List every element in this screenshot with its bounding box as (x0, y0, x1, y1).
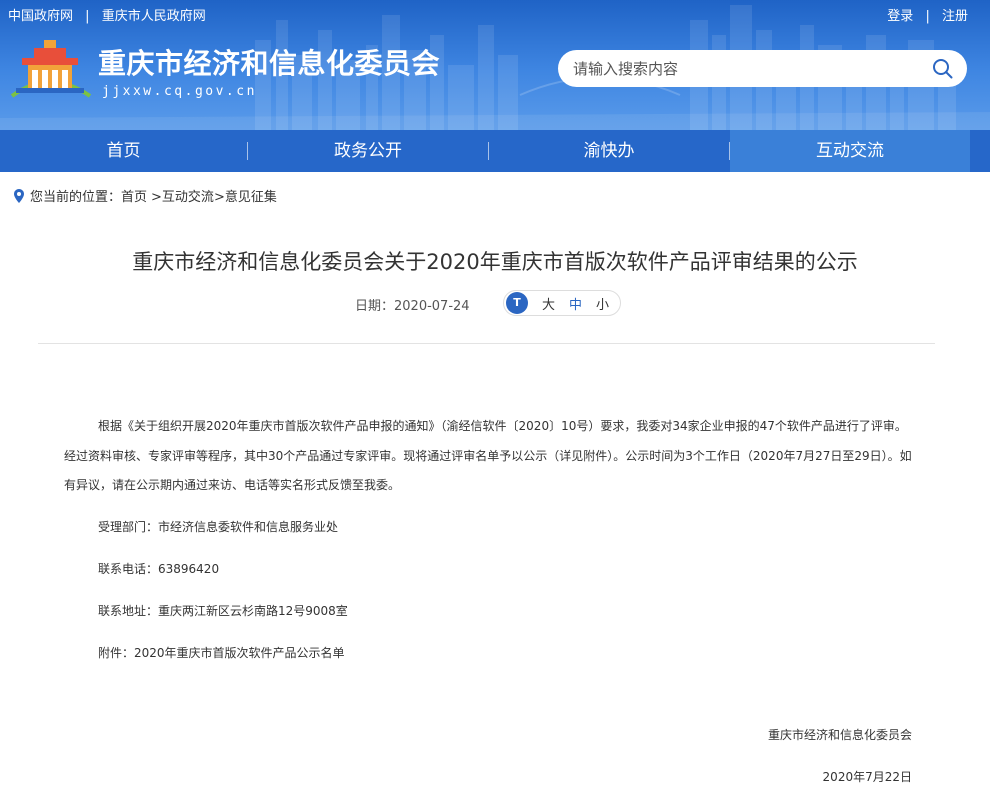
font-size-icon: T (506, 292, 528, 314)
article-paragraph: 根据《关于组织开展2020年重庆市首版次软件产品申报的通知》（渝经信软件〔202… (64, 419, 912, 492)
search-input[interactable] (573, 50, 913, 87)
attachment-link[interactable]: 附件：2020年重庆市首版次软件产品公示名单 (98, 644, 345, 661)
link-separator: | (925, 9, 930, 24)
search-icon[interactable] (932, 58, 953, 79)
breadcrumb-consultation[interactable]: >意见征集 (214, 186, 277, 205)
main-nav: 首页 政务公开 渝快办 互动交流 (0, 130, 990, 172)
login-link[interactable]: 登录 (887, 9, 913, 24)
signature-org: 重庆市经济和信息化委员会 (767, 728, 912, 742)
site-url: jjxxw.cq.gov.cn (102, 84, 257, 99)
font-size-switcher: T 大 中 小 (503, 290, 621, 316)
font-size-large[interactable]: 大 (542, 294, 555, 313)
title-divider (38, 343, 935, 344)
breadcrumb: 您当前的位置： 首页 >互动交流 >意见征集 (14, 186, 277, 205)
date-label: 日期： (355, 299, 395, 314)
top-links: 中国政府网 | 重庆市人民政府网 (8, 5, 206, 24)
nav-yukuaiban[interactable]: 渝快办 (489, 130, 729, 172)
contact-address: 联系地址：重庆两江新区云杉南路12号9008室 (98, 604, 348, 618)
nav-home[interactable]: 首页 (0, 130, 247, 172)
article-date: 日期：2020-07-24 (355, 295, 470, 314)
nav-interaction[interactable]: 互动交流 (730, 130, 970, 172)
search-box (558, 50, 967, 87)
nav-gov-affairs[interactable]: 政务公开 (248, 130, 488, 172)
signature-date: 2020年7月22日 (822, 770, 912, 784)
font-size-medium[interactable]: 中 (569, 294, 582, 313)
link-gov-cn[interactable]: 中国政府网 (8, 9, 73, 24)
contact-dept: 受理部门：市经济信息委软件和信息服务业处 (98, 520, 339, 534)
site-header: 中国政府网 | 重庆市人民政府网 登录 | 注册 重庆市经济和信息化委员会 jj… (0, 0, 990, 130)
breadcrumb-home[interactable]: 首页 (121, 186, 147, 205)
user-links: 登录 | 注册 (887, 5, 968, 24)
breadcrumb-prefix: 您当前的位置： (30, 190, 122, 205)
breadcrumb-interaction[interactable]: >互动交流 (151, 186, 214, 205)
article-title: 重庆市经济和信息化委员会关于2020年重庆市首版次软件产品评审结果的公示 (132, 250, 858, 274)
register-link[interactable]: 注册 (942, 9, 968, 24)
site-title[interactable]: 重庆市经济和信息化委员会 (98, 42, 440, 82)
link-separator: | (85, 9, 90, 24)
contact-phone: 联系电话：63896420 (98, 562, 220, 576)
location-pin-icon (14, 188, 24, 203)
link-cq-gov[interactable]: 重庆市人民政府网 (102, 9, 206, 24)
site-logo[interactable] (8, 38, 92, 100)
date-value: 2020-07-24 (394, 299, 470, 314)
article-body: 根据《关于组织开展2020年重庆市首版次软件产品申报的通知》（渝经信软件〔202… (64, 412, 914, 501)
font-size-small[interactable]: 小 (596, 294, 609, 313)
